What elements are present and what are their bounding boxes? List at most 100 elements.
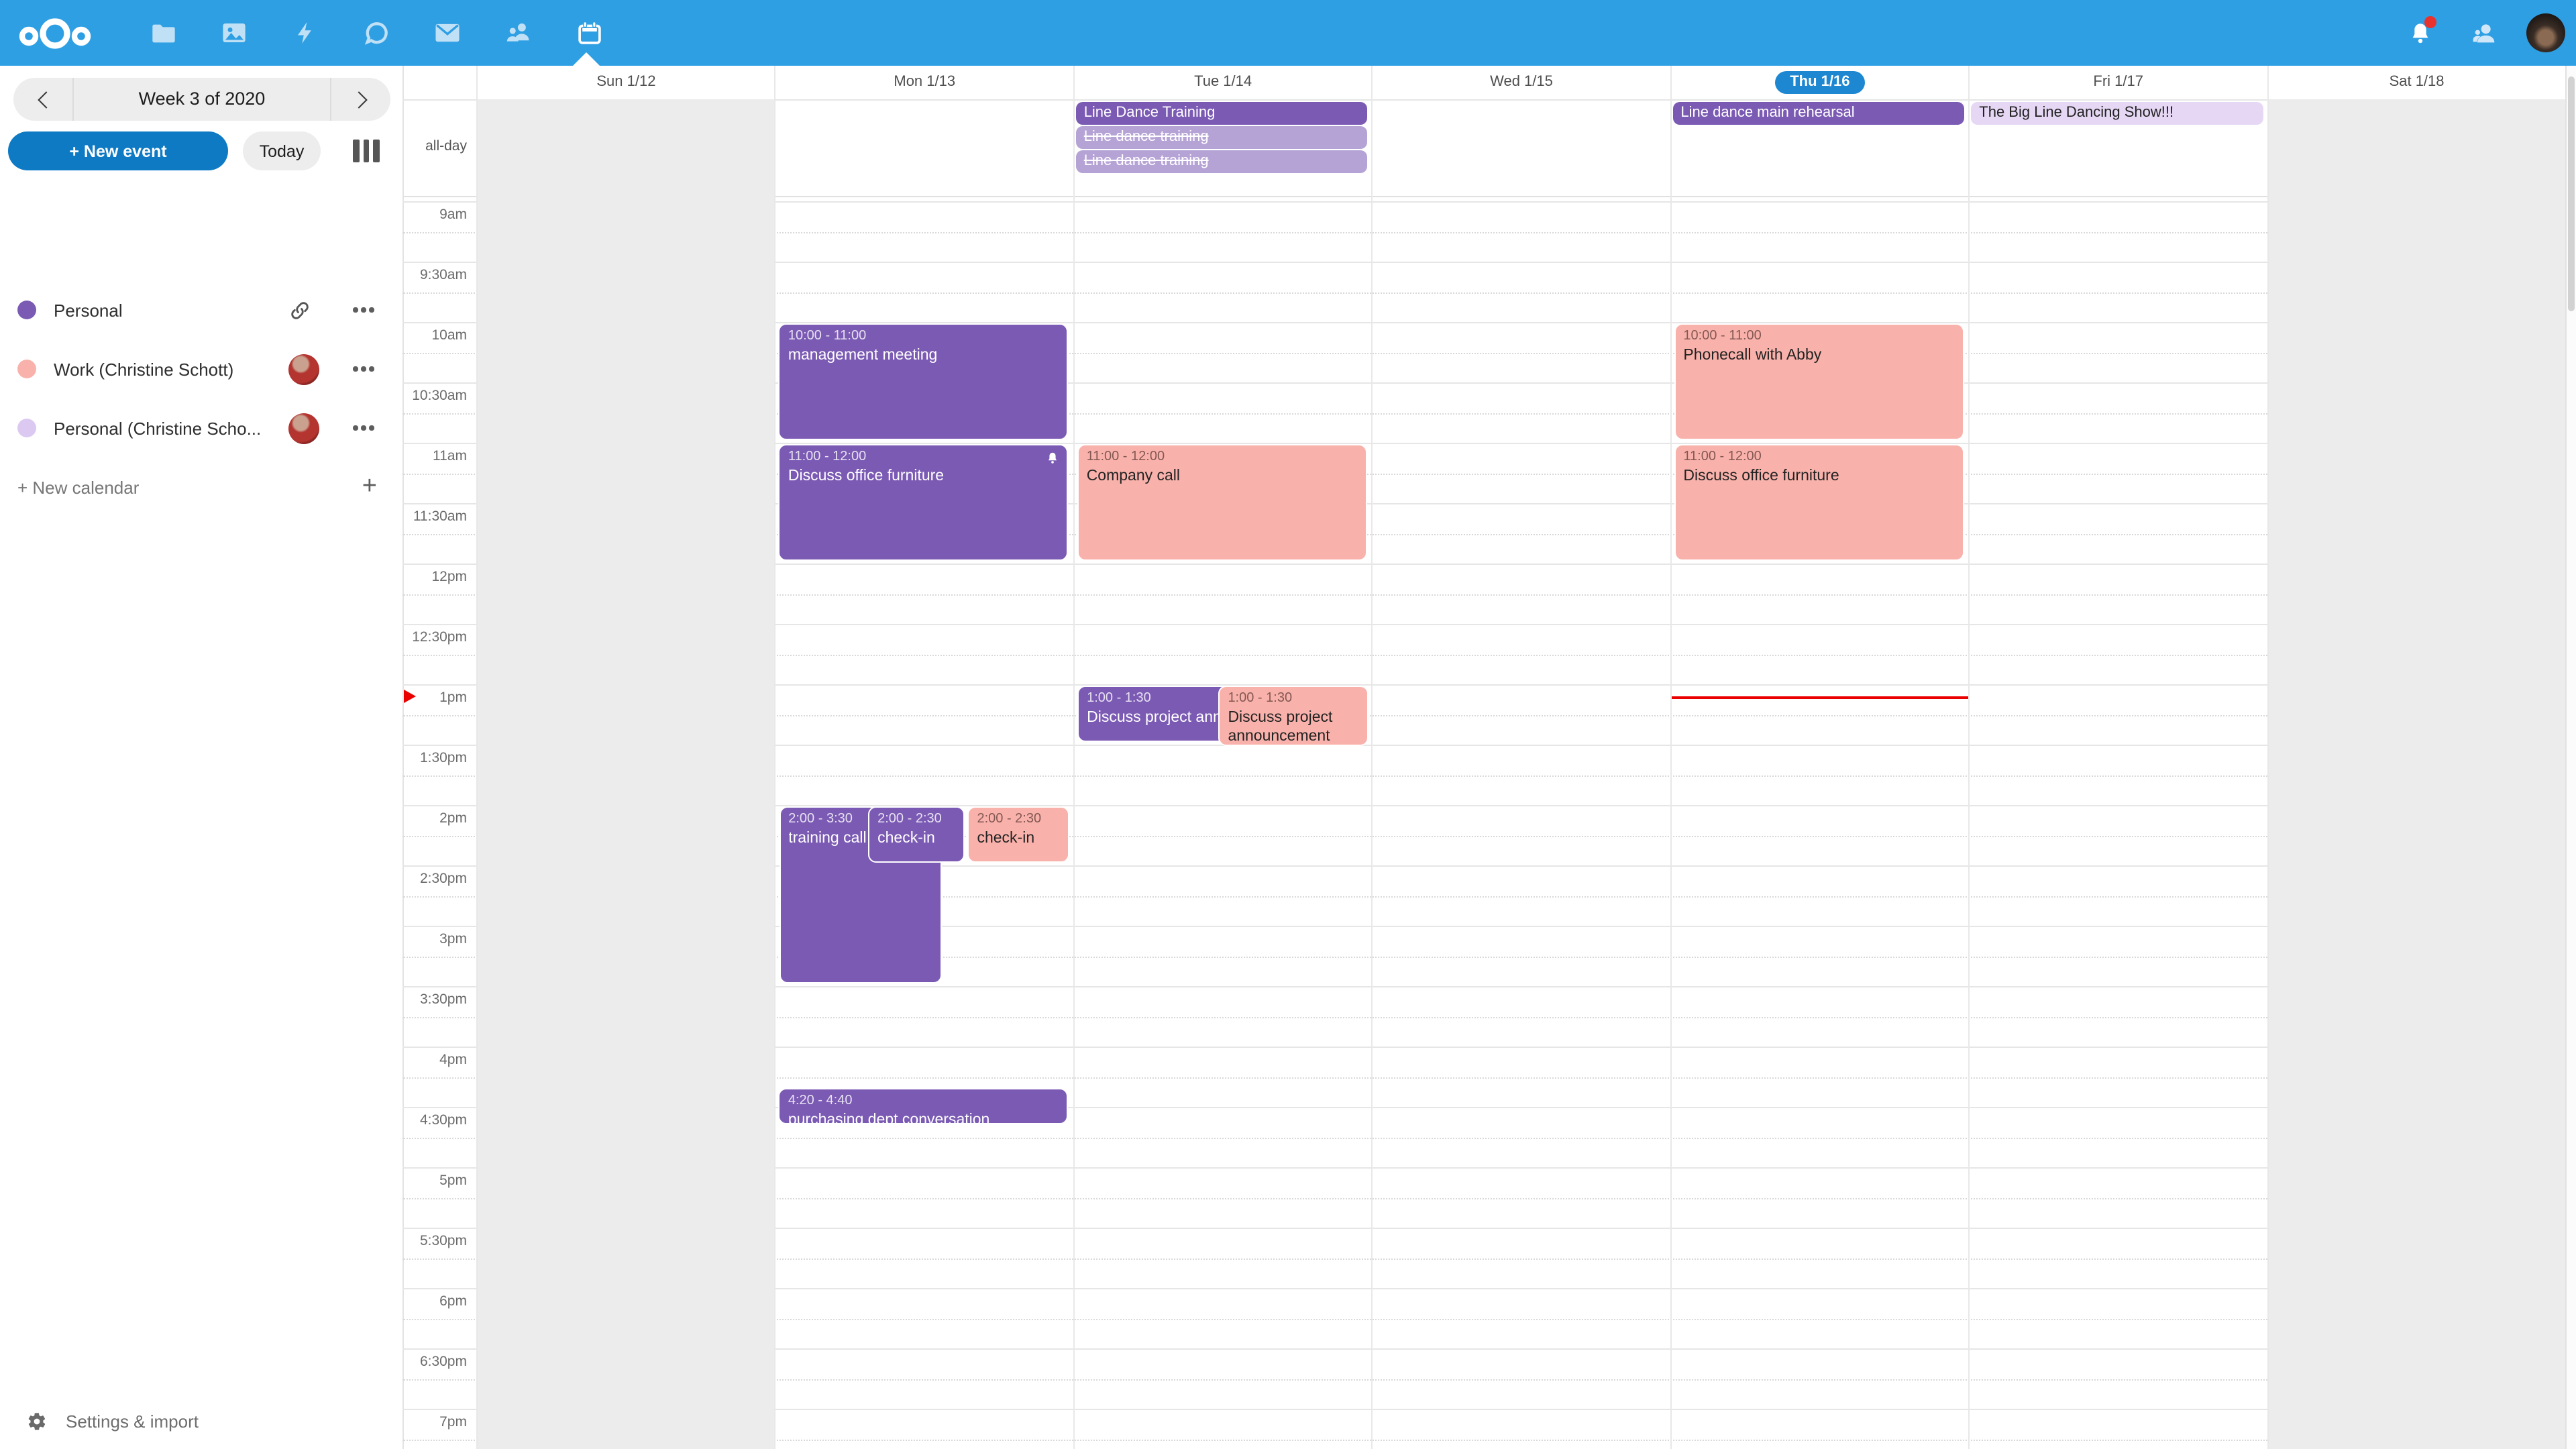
day-header: Sat 1/18 (2268, 66, 2565, 98)
time-axis-label: 5pm (402, 1172, 467, 1188)
event[interactable]: 2:00 - 2:30check-in (868, 806, 965, 863)
app-root: Week 3 of 2020 + New event Today Persona… (0, 0, 2576, 1449)
event-time: 2:00 - 2:30 (877, 810, 955, 828)
day-header: Wed 1/15 (1373, 66, 1670, 98)
calendar-list-item[interactable]: Personal (Christine Scho... (0, 398, 402, 458)
day-column: Tue 1/14Line Dance TrainingLine dance tr… (1073, 66, 1372, 1449)
time-axis-label: 3pm (402, 930, 467, 947)
scrollbar-thumb[interactable] (2567, 76, 2575, 311)
day-header: Sun 1/12 (478, 66, 775, 98)
mail-icon[interactable] (412, 0, 483, 66)
current-time-marker (404, 689, 416, 702)
event-title: Discuss project announcement (1228, 708, 1359, 746)
time-axis-label: 9am (402, 206, 467, 222)
calendar-owner-avatar (288, 354, 319, 384)
time-axis-label: 5:30pm (402, 1232, 467, 1248)
sidebar: Week 3 of 2020 + New event Today Persona… (0, 66, 402, 1449)
calendar-color-dot (17, 301, 36, 319)
view-switcher-icon[interactable] (353, 140, 379, 162)
allday-event[interactable]: Line dance training (1076, 150, 1368, 173)
new-event-button[interactable]: + New event (8, 131, 228, 170)
day-column: Sat 1/18 (2267, 66, 2565, 1449)
time-axis-label: 6pm (402, 1293, 467, 1309)
nextcloud-logo[interactable] (17, 15, 93, 50)
contacts-menu-icon[interactable] (2462, 0, 2508, 66)
event-title: Discuss office furniture (788, 466, 1059, 486)
week-label[interactable]: Week 3 of 2020 (72, 78, 331, 121)
photos-icon[interactable] (199, 0, 270, 66)
today-header-pill: Thu 1/16 (1775, 71, 1864, 94)
event-title: check-in (877, 828, 955, 848)
event[interactable]: 11:00 - 12:00Discuss office furniture (1674, 444, 1964, 561)
event[interactable]: 10:00 - 11:00Phonecall with Abby (1674, 323, 1964, 440)
vertical-scrollbar[interactable] (2565, 66, 2576, 1449)
calendar-owner-avatar (288, 413, 319, 443)
allday-event[interactable]: Line Dance Training (1076, 102, 1368, 125)
calendar-list-item[interactable]: Personal (0, 280, 402, 339)
allday-event[interactable]: Line dance main rehearsal (1672, 102, 1964, 125)
event-title: Phonecall with Abby (1683, 345, 1954, 365)
time-axis-label: 10:30am (402, 387, 467, 403)
calendar-list: Personal Work (Christine Schott)Personal … (0, 280, 402, 517)
notifications-bell-icon[interactable] (2398, 0, 2443, 66)
event-time: 4:20 - 4:40 (788, 1092, 1059, 1110)
new-calendar-label: + New calendar (17, 477, 139, 497)
topbar-right (2398, 0, 2565, 66)
time-axis-label: 7pm (402, 1413, 467, 1430)
alarm-bell-icon (1046, 451, 1061, 466)
next-week-button[interactable] (331, 78, 390, 121)
time-axis-label: 6:30pm (402, 1353, 467, 1369)
sidebar-actions: + New event Today (8, 131, 394, 170)
calendar-list-item[interactable]: Work (Christine Schott) (0, 339, 402, 398)
time-axis-label: 1:30pm (402, 749, 467, 765)
gear-icon (27, 1411, 47, 1431)
time-axis-label: 11am (402, 447, 467, 464)
user-avatar[interactable] (2526, 13, 2565, 52)
notification-dot (2424, 16, 2436, 28)
time-axis-label: 4:30pm (402, 1112, 467, 1128)
activity-icon[interactable] (270, 0, 341, 66)
event[interactable]: 2:00 - 2:30check-in (967, 806, 1069, 863)
contacts-icon[interactable] (483, 0, 554, 66)
talk-icon[interactable] (341, 0, 412, 66)
day-header: Fri 1/17 (1970, 66, 2267, 98)
day-header: Tue 1/14 (1075, 66, 1372, 98)
day-column: Sun 1/12 (476, 66, 775, 1449)
event-title: management meeting (788, 345, 1059, 365)
allday-event[interactable]: Line dance training (1076, 126, 1368, 149)
event[interactable]: 4:20 - 4:40purchasing dept conversation (779, 1088, 1069, 1124)
event[interactable]: 11:00 - 12:00Discuss office furniture (779, 444, 1069, 561)
previous-week-button[interactable] (13, 78, 72, 121)
day-column: Fri 1/17 The Big Line Dancing Show!!! (1968, 66, 2267, 1449)
event-title: purchasing dept conversation (788, 1110, 1059, 1124)
active-app-indicator (573, 52, 600, 66)
time-axis-label: 11:30am (402, 508, 467, 524)
day-column: Thu 1/16 Line dance main rehearsal 10:00 -… (1670, 66, 1968, 1449)
time-axis-label: 12:30pm (402, 629, 467, 645)
share-link-icon[interactable] (279, 290, 319, 330)
day-header: Mon 1/13 (776, 66, 1073, 98)
allday-event[interactable]: The Big Line Dancing Show!!! (1971, 102, 2263, 125)
event-time: 1:00 - 1:30 (1087, 690, 1226, 708)
day-header: Thu 1/16 (1671, 66, 1968, 98)
calendar-name: Personal (54, 300, 123, 320)
event-time: 10:00 - 11:00 (1683, 327, 1954, 345)
day-column: Wed 1/15 (1372, 66, 1670, 1449)
new-calendar-button[interactable]: + New calendar+ (0, 458, 402, 517)
calendar-actions-menu[interactable] (343, 290, 384, 330)
event-time: 10:00 - 11:00 (788, 327, 1059, 345)
event-time: 11:00 - 12:00 (1087, 448, 1358, 466)
time-axis-label: 12pm (402, 568, 467, 584)
event[interactable]: 1:00 - 1:30Discuss project announcement (1077, 686, 1235, 742)
event[interactable]: 1:00 - 1:30Discuss project announcement (1218, 686, 1368, 746)
today-button[interactable]: Today (243, 131, 321, 170)
event-time: 11:00 - 12:00 (1683, 448, 1954, 466)
week-navigation: Week 3 of 2020 (13, 78, 390, 121)
event[interactable]: 10:00 - 11:00management meeting (779, 323, 1069, 440)
event[interactable]: 11:00 - 12:00Company call (1077, 444, 1367, 561)
time-axis-label: 3:30pm (402, 991, 467, 1007)
settings-import-button[interactable]: Settings & import (0, 1401, 402, 1441)
files-icon[interactable] (127, 0, 199, 66)
calendar-actions-menu[interactable] (343, 349, 384, 389)
calendar-actions-menu[interactable] (343, 408, 384, 448)
